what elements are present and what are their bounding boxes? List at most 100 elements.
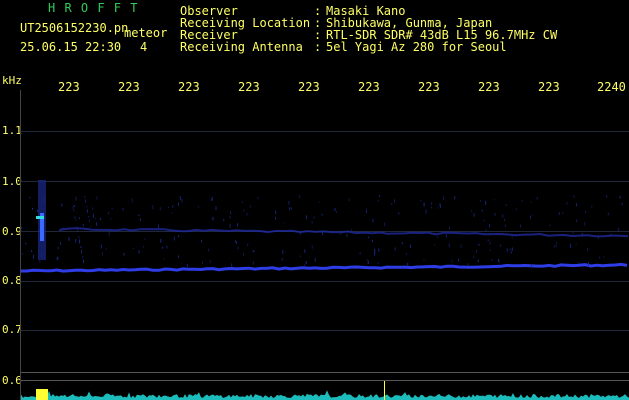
noise-speckle	[531, 264, 532, 269]
noise-speckle	[443, 196, 444, 201]
noise-speckle	[493, 199, 495, 201]
noise-speckle	[90, 226, 92, 228]
noise-speckle	[82, 256, 84, 258]
noise-speckle	[499, 244, 501, 247]
noise-speckle	[494, 212, 496, 216]
noise-speckle	[288, 201, 290, 205]
noise-speckle	[159, 207, 161, 211]
noise-speckle	[473, 213, 475, 217]
noise-speckle	[431, 201, 433, 205]
noise-speckle	[75, 196, 77, 201]
noise-speckle	[78, 236, 80, 239]
noise-speckle	[555, 245, 557, 247]
noise-speckle	[348, 198, 350, 202]
noise-speckle	[100, 244, 102, 249]
noise-speckle	[96, 222, 98, 226]
noise-speckle	[84, 196, 86, 198]
noise-speckle	[37, 209, 38, 212]
noise-speckle	[282, 250, 284, 254]
noise-speckle	[181, 199, 183, 203]
noise-speckle	[511, 234, 513, 239]
noise-speckle	[502, 214, 504, 218]
noise-speckle	[243, 253, 244, 256]
noise-speckle	[504, 224, 506, 227]
noise-speckle	[108, 231, 110, 236]
noise-speckle	[229, 216, 231, 219]
noise-speckle	[29, 196, 31, 199]
noise-speckle	[160, 239, 162, 243]
noise-speckle	[323, 231, 325, 233]
noise-speckle	[95, 217, 96, 219]
noise-speckle	[138, 214, 140, 217]
noise-speckle	[509, 248, 511, 251]
noise-speckle	[209, 259, 211, 264]
spectrogram-plot	[21, 180, 629, 400]
noise-speckle	[405, 253, 407, 256]
noise-speckle	[138, 250, 140, 254]
noise-speckle	[275, 210, 277, 215]
noise-speckle	[591, 205, 593, 208]
noise-speckle	[201, 239, 202, 243]
noise-speckle	[401, 242, 403, 245]
noise-speckle	[202, 261, 203, 265]
noise-speckle	[409, 244, 411, 248]
noise-speckle	[75, 219, 77, 221]
noise-speckle	[572, 232, 574, 234]
noise-speckle	[603, 256, 605, 258]
noise-speckle	[483, 219, 485, 222]
noise-speckle	[587, 248, 588, 251]
noise-speckle	[471, 210, 473, 212]
noise-speckle	[511, 247, 513, 252]
noise-speckle	[367, 260, 369, 265]
noise-speckle	[32, 207, 33, 210]
noise-speckle	[102, 252, 103, 256]
noise-speckle	[173, 236, 175, 241]
noise-speckle	[72, 206, 74, 209]
noise-speckle	[113, 230, 115, 232]
noise-speckle	[75, 239, 77, 243]
noise-speckle	[515, 208, 517, 210]
noise-speckle	[243, 209, 245, 212]
noise-speckle	[374, 252, 376, 256]
noise-speckle	[74, 216, 76, 219]
noise-speckle	[62, 227, 64, 230]
noise-speckle	[298, 195, 300, 199]
noise-speckle	[231, 263, 233, 267]
noise-speckle	[485, 229, 487, 232]
noise-speckle	[230, 211, 232, 215]
noise-speckle	[481, 209, 483, 212]
noise-speckle	[439, 203, 441, 207]
noise-speckle	[379, 195, 381, 197]
noise-speckle	[264, 230, 266, 233]
noise-speckle	[606, 195, 608, 198]
secondary-trace	[59, 227, 629, 238]
noise-speckle	[423, 202, 425, 207]
noise-speckle	[617, 227, 619, 232]
noise-speckle	[139, 218, 141, 221]
noise-speckle	[504, 218, 505, 222]
noise-speckle	[166, 245, 168, 249]
noise-speckle	[321, 213, 323, 216]
level-marker	[384, 381, 385, 400]
noise-speckle	[88, 219, 90, 223]
noise-speckle	[454, 196, 456, 200]
noise-speckle	[479, 199, 481, 202]
noise-speckle	[211, 199, 212, 201]
noise-speckle	[305, 215, 307, 220]
noise-speckle	[304, 249, 306, 254]
noise-speckle	[570, 245, 572, 248]
noise-speckle	[31, 250, 33, 253]
noise-speckle	[163, 258, 165, 260]
noise-speckle	[281, 258, 283, 261]
noise-speckle	[458, 258, 460, 262]
noise-speckle	[475, 249, 477, 253]
noise-speckle	[107, 212, 109, 215]
noise-speckle	[398, 212, 400, 215]
noise-speckle	[477, 259, 479, 263]
noise-speckle	[56, 256, 58, 261]
noise-speckle	[576, 219, 578, 223]
noise-speckle	[265, 230, 267, 233]
noise-speckle	[506, 248, 508, 252]
noise-speckle	[437, 236, 439, 238]
noise-speckle	[308, 230, 310, 233]
